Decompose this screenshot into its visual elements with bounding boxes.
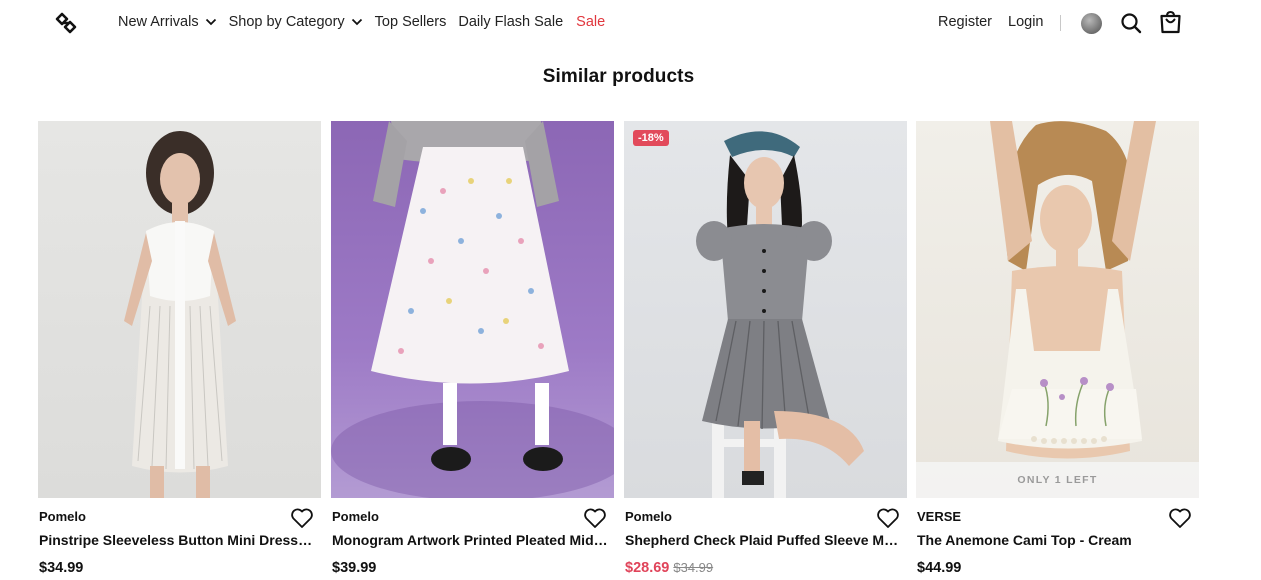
original-price: $34.99 xyxy=(673,560,714,575)
product-brand: Pomelo xyxy=(39,509,86,524)
product-name[interactable]: Pinstripe Sleeveless Button Mini Dress -… xyxy=(39,532,315,548)
globe-icon[interactable] xyxy=(1081,13,1102,34)
nav-sale-label: Sale xyxy=(576,14,606,30)
nav-shop-by-category-label: Shop by Category xyxy=(228,14,345,30)
logo-icon[interactable] xyxy=(54,12,78,34)
product-photo-cami-top xyxy=(990,121,1156,459)
nav-top-sellers[interactable]: Top Sellers xyxy=(375,14,447,30)
product-image[interactable] xyxy=(331,121,614,498)
nav-daily-flash-sale[interactable]: Daily Flash Sale xyxy=(458,14,563,30)
nav-sale[interactable]: Sale xyxy=(576,14,605,30)
product-photo-skirt xyxy=(331,121,614,498)
shopping-bag-icon[interactable] xyxy=(1158,10,1183,35)
product-brand: Pomelo xyxy=(625,509,672,524)
product-card[interactable]: Pomelo Monogram Artwork Printed Pleated … xyxy=(331,121,614,576)
current-price: $34.99 xyxy=(39,560,84,576)
product-brand: Pomelo xyxy=(332,509,379,524)
product-price: $44.99 xyxy=(917,560,961,576)
wishlist-heart-icon[interactable] xyxy=(583,507,607,529)
product-price: $34.99 xyxy=(39,560,83,576)
product-card[interactable]: Pomelo Pinstripe Sleeveless Button Mini … xyxy=(38,121,321,576)
product-name[interactable]: Shepherd Check Plaid Puffed Sleeve Mini.… xyxy=(625,532,901,548)
product-name[interactable]: Monogram Artwork Printed Pleated Midi ..… xyxy=(332,532,608,548)
product-image[interactable]: ONLY 1 LEFT xyxy=(916,121,1199,498)
account-nav: Register Login xyxy=(938,14,1043,30)
product-photo-plaid-dress xyxy=(696,131,864,498)
product-card[interactable]: ONLY 1 LEFT VERSE The Anemone Cami Top -… xyxy=(916,121,1199,576)
nav-top-sellers-label: Top Sellers xyxy=(374,14,447,30)
wishlist-heart-icon[interactable] xyxy=(1168,507,1192,529)
product-card[interactable]: -18% Pomelo Shepherd Check Plaid Puffed … xyxy=(624,121,907,576)
product-price: $39.99 xyxy=(332,560,376,576)
header-divider xyxy=(1060,15,1061,31)
sale-price: $28.69 xyxy=(625,560,670,576)
wishlist-heart-icon[interactable] xyxy=(876,507,900,529)
product-image[interactable]: -18% xyxy=(624,121,907,498)
stock-note: ONLY 1 LEFT xyxy=(916,462,1199,498)
nav-new-arrivals-label: New Arrivals xyxy=(118,14,199,30)
main-nav: New Arrivals Shop by Category Top Seller… xyxy=(118,14,617,30)
nav-shop-by-category[interactable]: Shop by Category xyxy=(229,14,363,30)
product-image[interactable] xyxy=(38,121,321,498)
site-header: New Arrivals Shop by Category Top Seller… xyxy=(0,0,1261,46)
current-price: $44.99 xyxy=(917,560,962,576)
register-link[interactable]: Register xyxy=(938,14,992,30)
section-title: Similar products xyxy=(542,66,695,87)
chevron-down-icon xyxy=(205,18,216,26)
nav-daily-flash-sale-label: Daily Flash Sale xyxy=(458,14,564,30)
product-photo-dress xyxy=(124,131,236,498)
wishlist-heart-icon[interactable] xyxy=(290,507,314,529)
search-icon[interactable] xyxy=(1120,12,1142,34)
current-price: $39.99 xyxy=(332,560,377,576)
product-brand: VERSE xyxy=(917,509,962,524)
login-link[interactable]: Login xyxy=(1008,14,1043,30)
chevron-down-icon xyxy=(351,18,362,26)
discount-badge: -18% xyxy=(633,130,669,146)
product-price: $28.69 $34.99 xyxy=(625,560,713,576)
nav-new-arrivals[interactable]: New Arrivals xyxy=(118,14,217,30)
product-name[interactable]: The Anemone Cami Top - Cream xyxy=(917,532,1193,548)
